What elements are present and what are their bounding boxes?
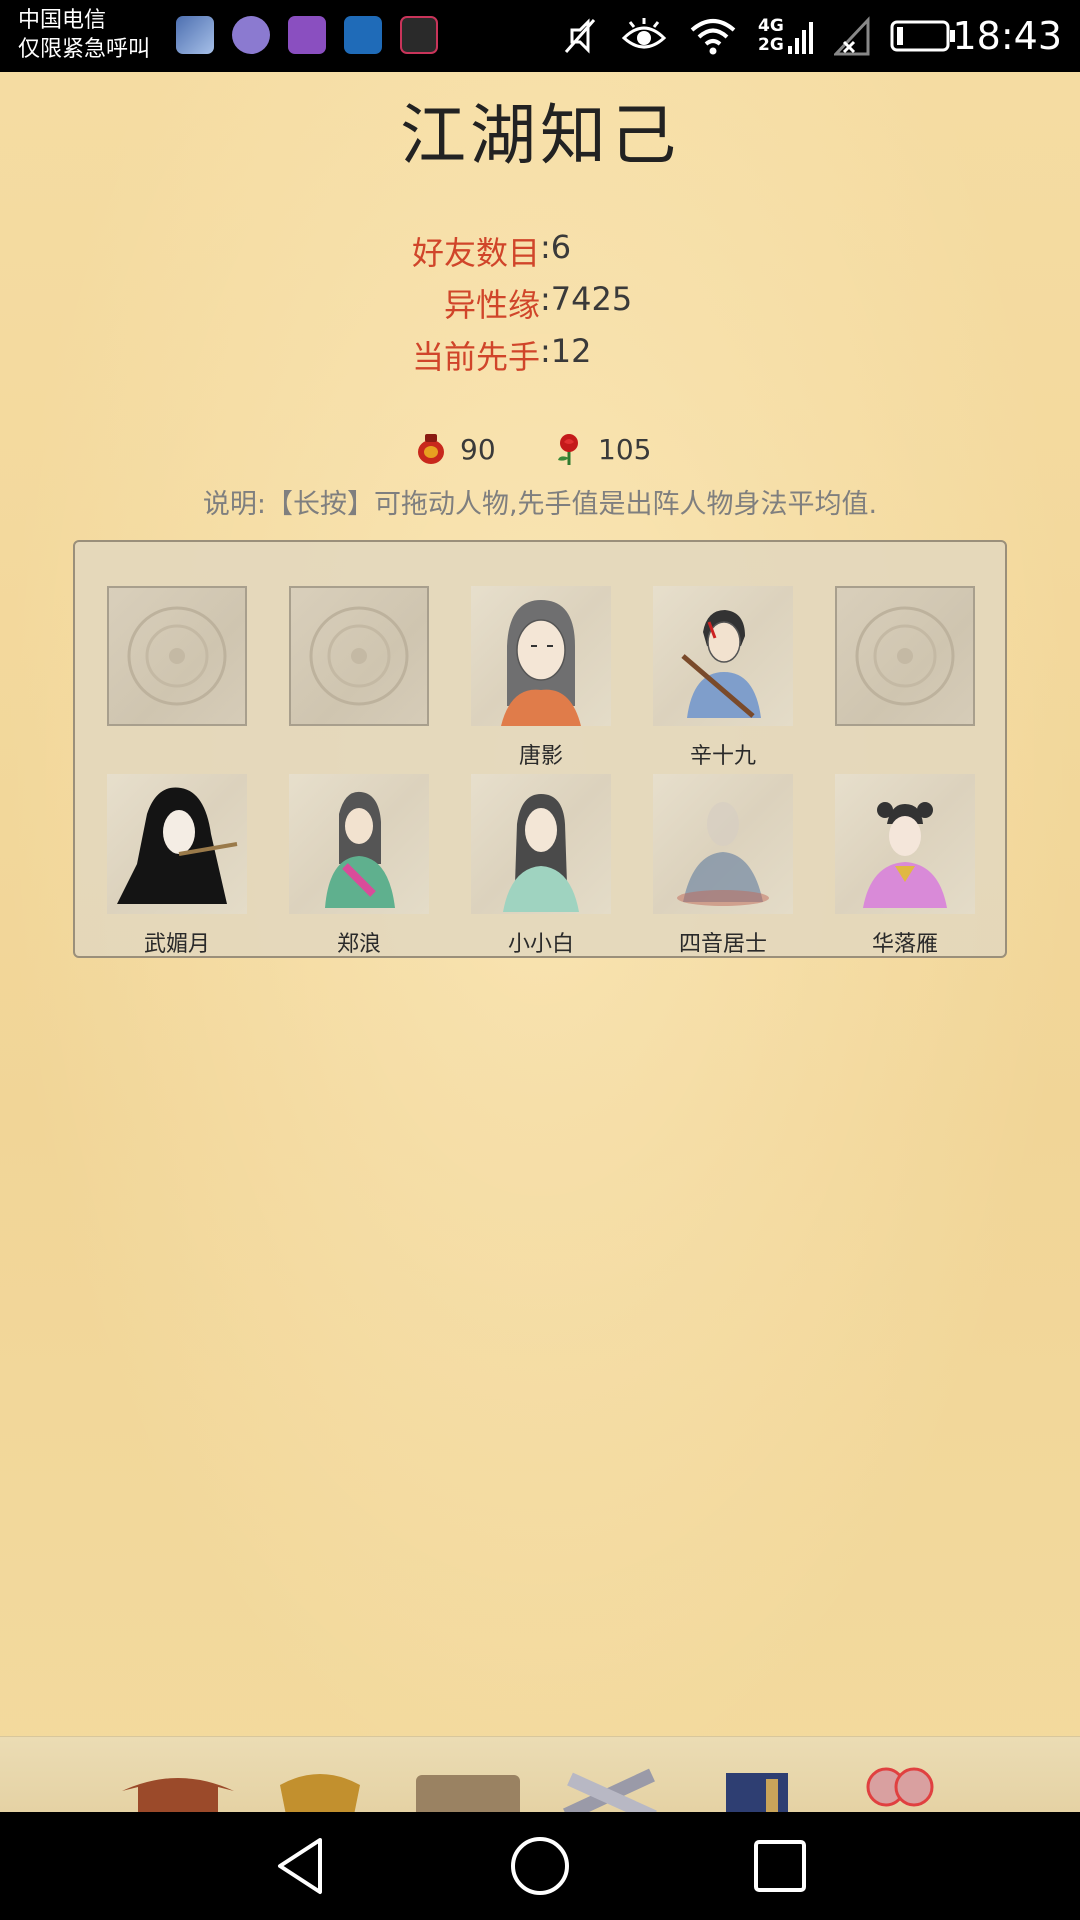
friend-slot-zhenglang[interactable]: 郑浪 [289, 774, 429, 957]
friends-icon [866, 1767, 934, 1807]
pavilion-icon [122, 1778, 234, 1812]
friend-slot-tangying[interactable]: 唐影 [471, 586, 611, 769]
recents-square-icon [754, 1840, 806, 1892]
home-button[interactable] [508, 1834, 572, 1898]
page-title: 江湖知己 [400, 97, 680, 174]
friend-name: 小小白 [507, 932, 574, 957]
mute-icon [564, 18, 596, 54]
tab-martial-arts[interactable] [556, 1765, 666, 1812]
hint-text: 说明:【长按】可拖动人物,先手值是出阵人物身法平均值. [202, 489, 878, 520]
friend-portrait [107, 774, 247, 914]
stat-charm-label: 异性缘 [443, 286, 540, 324]
status-bar: 中国电信 仅限紧急呼叫 4G 2G 18:43 [0, 0, 1080, 72]
wine-count: 90 [460, 432, 496, 466]
friend-portrait [653, 586, 793, 726]
stat-charm-value: :7425 [540, 280, 633, 318]
carrier-name: 中国电信 [18, 8, 107, 33]
battery-icon [890, 20, 955, 52]
tab-city-home[interactable] [118, 1765, 234, 1812]
empty-slot-emblem [835, 586, 975, 726]
friend-portrait [289, 774, 429, 914]
app-notification-icon [400, 16, 438, 54]
book-icon [726, 1773, 788, 1812]
friend-name: 唐影 [518, 744, 563, 769]
wine-resource: 90 [416, 432, 496, 466]
scroll-map-icon [416, 1775, 520, 1812]
network-2g-label: 2G [758, 35, 784, 55]
recents-button[interactable] [748, 1834, 812, 1898]
armor-icon [280, 1774, 360, 1812]
friends-page: 江湖知己 好友数目 :6 异性缘 :7425 当前先手 :12 90 105 说… [0, 72, 1080, 1812]
back-triangle-icon [278, 1838, 322, 1894]
empty-slot[interactable] [107, 586, 247, 768]
system-navigation-bar [0, 1812, 1080, 1920]
friend-slot-xiaoxiaobai[interactable]: 小小白 [471, 774, 611, 957]
friend-name: 四音居士 [678, 932, 767, 957]
rose-resource: 105 [554, 432, 651, 466]
stat-friend-count-value: :6 [540, 228, 572, 266]
system-icons: 4G 2G [560, 12, 956, 60]
friends-panel: 唐影 辛十九 武媚月 郑浪 小小白 四音居士 华落雁 [73, 540, 1007, 958]
tab-friends[interactable] [856, 1765, 966, 1812]
friend-name: 华落雁 [871, 932, 938, 957]
gallery-notification-icon [288, 16, 326, 54]
tab-books[interactable] [722, 1765, 832, 1812]
eye-comfort-icon [621, 18, 667, 49]
rose-count: 105 [598, 432, 652, 466]
tab-map[interactable] [412, 1765, 522, 1812]
network-4g-label: 4G [758, 16, 784, 36]
notification-icons [176, 16, 438, 54]
friend-portrait [653, 774, 793, 914]
bottom-tab-bar [0, 1736, 1080, 1812]
app-notification-icon [344, 16, 382, 54]
empty-slot-emblem [289, 586, 429, 726]
app-notification-icon [176, 16, 214, 54]
empty-slot-emblem [107, 586, 247, 726]
friend-name: 武媚月 [143, 932, 210, 957]
clock: 18:43 [952, 14, 1062, 58]
friend-name: 郑浪 [336, 932, 381, 957]
empty-slot[interactable] [835, 586, 975, 768]
carrier-info: 中国电信 仅限紧急呼叫 [18, 6, 150, 64]
wifi-icon [690, 19, 736, 55]
back-button[interactable] [268, 1834, 332, 1898]
friend-slot-xinshijiu[interactable]: 辛十九 [653, 586, 793, 769]
cellular-signal: 4G 2G [758, 16, 814, 56]
rose-icon [558, 434, 578, 465]
friend-slot-hualuoyan[interactable]: 华落雁 [835, 774, 975, 957]
friend-portrait [835, 774, 975, 914]
friend-portrait [471, 774, 611, 914]
resources-row: 90 105 [0, 432, 1080, 472]
app-notification-icon [232, 16, 270, 54]
carrier-status: 仅限紧急呼叫 [18, 37, 151, 62]
friend-slot-siyinjushi[interactable]: 四音居士 [653, 774, 793, 957]
tab-equipment[interactable] [272, 1765, 382, 1812]
home-circle-icon [511, 1837, 569, 1895]
friend-slot-wumeiyue[interactable]: 武媚月 [107, 774, 247, 957]
signal-bars-icon [787, 22, 813, 54]
stat-friend-count-label: 好友数目 [411, 234, 540, 272]
stat-initiative-value: :12 [540, 332, 592, 370]
friend-portrait [471, 586, 611, 726]
swords-icon [563, 1768, 657, 1812]
stat-initiative-label: 当前先手 [411, 338, 540, 376]
empty-slot[interactable] [289, 586, 429, 768]
no-sim-signal-icon [833, 16, 870, 56]
wine-jar-icon [418, 434, 444, 464]
friend-name: 辛十九 [689, 744, 756, 769]
